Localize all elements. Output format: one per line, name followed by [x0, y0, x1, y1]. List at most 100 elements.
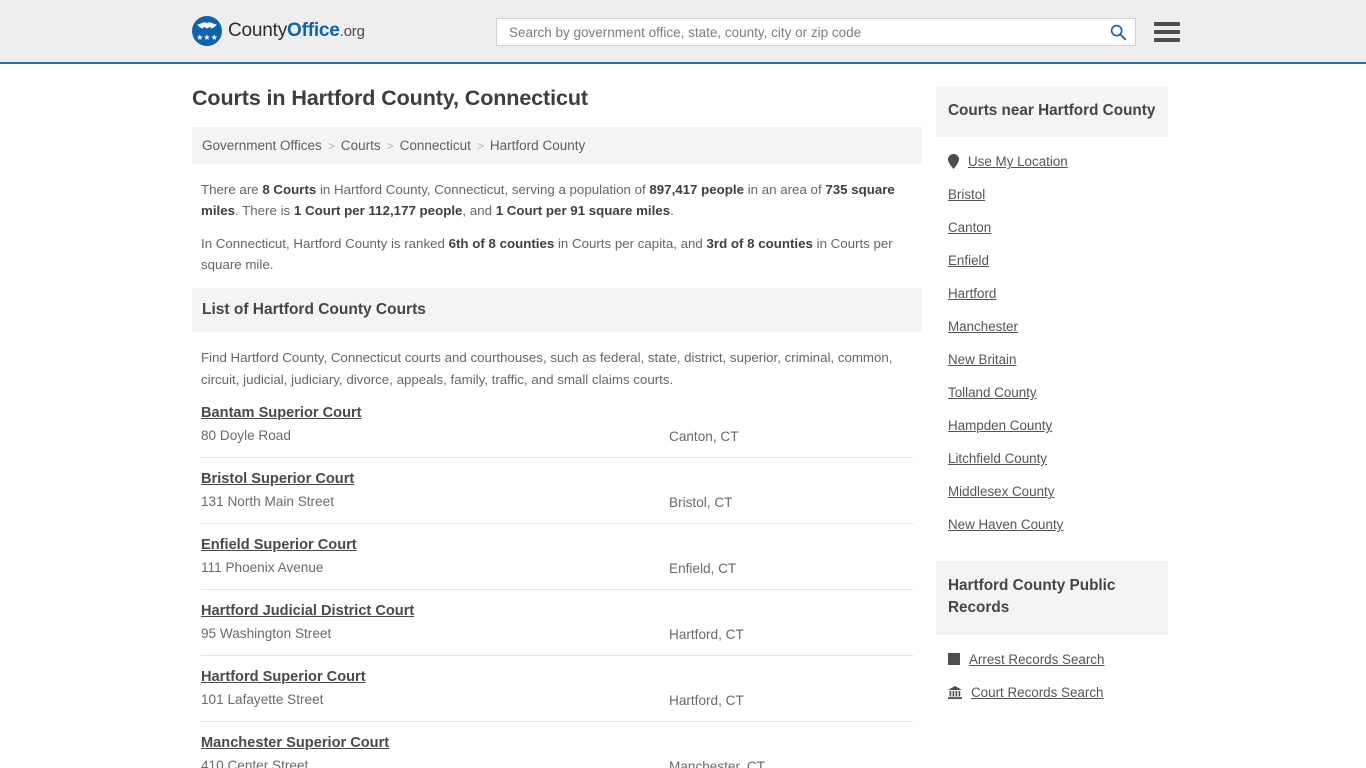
stats-highlight: 3rd of 8 counties [706, 236, 813, 252]
nearby-location-link[interactable]: Middlesex County [948, 484, 1054, 499]
breadcrumb-item[interactable]: Hartford County [490, 138, 585, 153]
court-city-state: Hartford, CT [669, 692, 744, 708]
eagle-wings-glyph [197, 22, 217, 29]
search-input[interactable] [507, 23, 1109, 41]
stats-paragraph-1: There are 8 Courts in Hartford County, C… [201, 180, 913, 221]
stats-highlight: 897,417 people [649, 182, 745, 197]
breadcrumb-separator: > [386, 138, 394, 153]
court-info: Bristol Superior Court 131 North Main Str… [201, 470, 669, 509]
stats-text: in an area of [744, 182, 826, 197]
search-box[interactable] [496, 18, 1136, 46]
court-info: Hartford Superior Court 101 Lafayette Str… [201, 668, 669, 707]
nearby-location-row[interactable]: Middlesex County [948, 475, 1156, 508]
nearby-location-row[interactable]: New Haven County [948, 508, 1156, 541]
public-record-link[interactable]: Court Records Search [971, 685, 1103, 700]
nearby-location-row[interactable]: Enfield [948, 244, 1156, 277]
public-record-row[interactable]: Court Records Search [948, 676, 1156, 709]
nearby-location-row[interactable]: New Britain [948, 343, 1156, 376]
nearby-location-row[interactable]: Litchfield County [948, 442, 1156, 475]
court-info: Bantam Superior Court 80 Doyle Road [201, 404, 669, 443]
breadcrumb-separator: > [327, 138, 335, 153]
court-info: Manchester Superior Court 410 Center Stre… [201, 734, 669, 768]
stats-text: , and [462, 202, 496, 218]
court-city-state: Enfield, CT [669, 560, 737, 576]
nearby-location-row[interactable]: Bristol [948, 178, 1156, 211]
nearby-courts-block: Courts near Hartford County Use My Locat… [936, 86, 1168, 545]
fingerprint-square-icon [948, 653, 960, 666]
breadcrumb: Government Offices > Courts > Connecticut > Ha… [192, 127, 922, 164]
stats-highlight: 8 Courts [262, 182, 317, 197]
site-logo[interactable]: ★★★ CountyOffice.org [192, 16, 365, 46]
court-row: Enfield Superior Court 111 Phoenix Avenue… [201, 524, 913, 590]
stats-highlight: 1 Court per 91 square miles [495, 202, 671, 218]
court-address: 80 Doyle Road [201, 427, 291, 443]
logo-word-county: County [228, 20, 288, 41]
eagle-seal-icon: ★★★ [192, 16, 222, 46]
page-title: Courts in Hartford County, Connecticut [192, 86, 588, 110]
court-address: 95 Washington Street [201, 625, 332, 641]
nearby-location-row[interactable]: Tolland County [948, 376, 1156, 409]
use-my-location-link[interactable]: Use My Location [968, 154, 1068, 169]
nearby-location-row[interactable]: Manchester [948, 310, 1156, 343]
logo-word-office: Office [287, 20, 340, 41]
court-info: Enfield Superior Court 111 Phoenix Avenue [201, 536, 669, 575]
public-records-links: Arrest Records Search Court Records Searc… [936, 635, 1168, 713]
nearby-location-row[interactable]: Hampden County [948, 409, 1156, 442]
court-row: Hartford Judicial District Court 95 Washi… [201, 590, 913, 656]
court-row: Hartford Superior Court 101 Lafayette Str… [201, 656, 913, 722]
breadcrumb-item[interactable]: Courts [341, 138, 381, 153]
public-records-block: Hartford County Public Records Arrest Re… [936, 561, 1168, 712]
public-record-link[interactable]: Arrest Records Search [969, 652, 1104, 667]
court-row: Bantam Superior Court 80 Doyle Road Canton… [201, 396, 913, 458]
hamburger-bar [1154, 22, 1180, 26]
sidebar: Courts near Hartford County Use My Locat… [936, 86, 1168, 768]
nearby-courts-links: Use My Location Bristol Canton Enfield Hart… [936, 137, 1168, 545]
court-row: Bristol Superior Court 131 North Main Str… [201, 458, 913, 524]
court-name-link[interactable]: Enfield Superior Court [201, 537, 357, 553]
court-row: Manchester Superior Court 410 Center Stre… [201, 722, 913, 768]
courthouse-icon [948, 685, 962, 699]
nearby-location-link[interactable]: Bristol [948, 187, 985, 202]
page-body: Courts in Hartford County, Connecticut G… [0, 64, 1366, 768]
nearby-location-link[interactable]: Hampden County [948, 418, 1052, 433]
stats-paragraph-2: In Connecticut, Hartford County is ranke… [201, 234, 913, 275]
stats-text: . [670, 202, 674, 218]
public-record-row[interactable]: Arrest Records Search [948, 643, 1156, 676]
court-name-link[interactable]: Bantam Superior Court [201, 405, 362, 421]
court-list: Bantam Superior Court 80 Doyle Road Canton… [192, 396, 922, 768]
breadcrumb-separator: > [476, 138, 484, 153]
nearby-location-row[interactable]: Canton [948, 211, 1156, 244]
court-city-state: Canton, CT [669, 428, 739, 444]
court-address: 101 Lafayette Street [201, 691, 324, 707]
nearby-location-link[interactable]: Manchester [948, 319, 1018, 334]
court-name-link[interactable]: Hartford Judicial District Court [201, 603, 414, 619]
court-name-link[interactable]: Hartford Superior Court [201, 669, 366, 685]
site-header: ★★★ CountyOffice.org [0, 0, 1366, 64]
breadcrumb-item[interactable]: Connecticut [400, 138, 471, 153]
court-city-state: Manchester, CT [669, 758, 765, 768]
public-records-heading: Hartford County Public Records [936, 561, 1168, 635]
nearby-location-link[interactable]: New Haven County [948, 517, 1063, 532]
breadcrumb-item[interactable]: Government Offices [202, 138, 322, 153]
search-icon[interactable] [1109, 23, 1127, 41]
nearby-location-link[interactable]: New Britain [948, 352, 1016, 367]
header-search-area [496, 18, 1180, 46]
nearby-location-link[interactable]: Litchfield County [948, 451, 1047, 466]
hamburger-menu-icon[interactable] [1154, 22, 1180, 42]
logo-word-org: .org [339, 23, 365, 40]
nearby-location-link[interactable]: Hartford [948, 286, 996, 301]
court-address: 111 Phoenix Avenue [201, 559, 324, 575]
map-pin-icon [948, 154, 959, 170]
nearby-location-link[interactable]: Canton [948, 220, 991, 235]
court-info: Hartford Judicial District Court 95 Washi… [201, 602, 669, 641]
court-address: 131 North Main Street [201, 493, 334, 509]
nearby-location-link[interactable]: Tolland County [948, 385, 1037, 400]
hamburger-bar [1154, 38, 1180, 42]
court-city-state: Bristol, CT [669, 494, 733, 510]
court-name-link[interactable]: Bristol Superior Court [201, 471, 354, 487]
stats-highlight: 6th of 8 counties [448, 236, 555, 252]
nearby-location-row[interactable]: Hartford [948, 277, 1156, 310]
nearby-location-link[interactable]: Enfield [948, 253, 989, 268]
use-my-location-row[interactable]: Use My Location [948, 145, 1156, 178]
court-name-link[interactable]: Manchester Superior Court [201, 735, 389, 751]
